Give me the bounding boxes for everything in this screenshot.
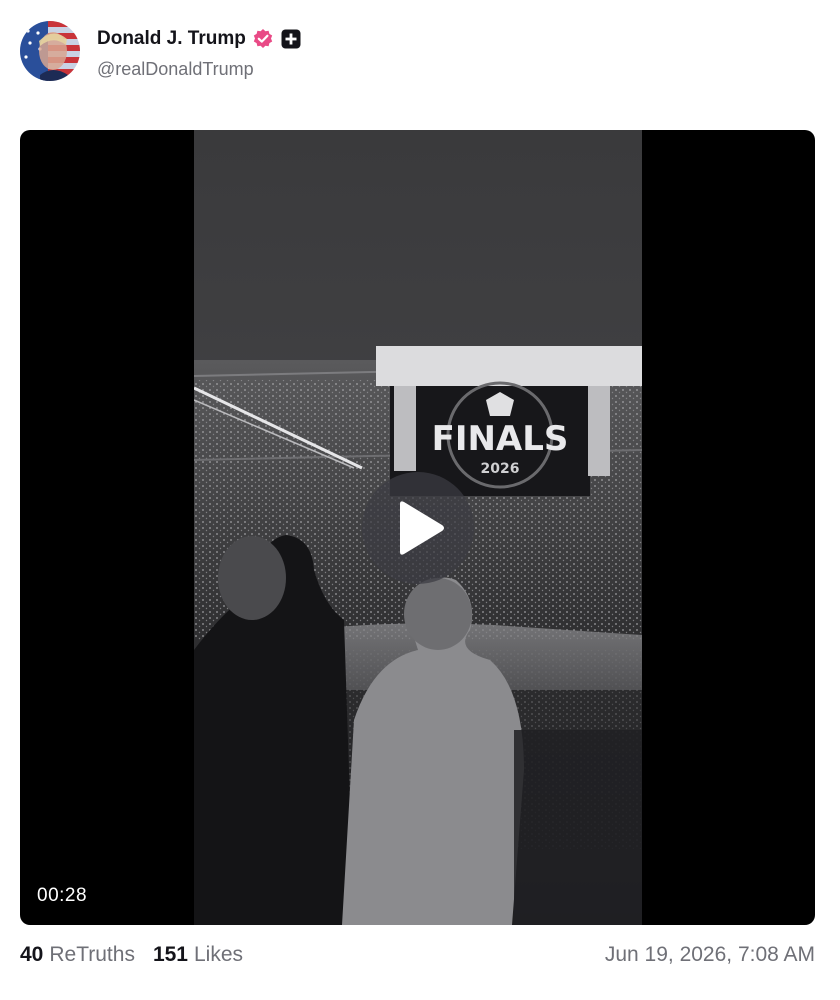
author-name-row: Donald J. Trump [97, 27, 301, 51]
avatar[interactable] [20, 21, 80, 81]
svg-text:2026: 2026 [481, 461, 520, 477]
likes-stat[interactable]: 151 Likes [153, 943, 243, 967]
author-handle[interactable]: @realDonaldTrump [97, 59, 301, 80]
video-duration: 00:28 [37, 885, 88, 906]
author-display-name[interactable]: Donald J. Trump [97, 28, 246, 50]
play-button[interactable] [362, 472, 474, 584]
video-player[interactable]: FINALS 2026 00:28 [20, 130, 815, 925]
post-header: Donald J. Trump @realDonaldTrump [20, 21, 301, 83]
play-icon [400, 501, 444, 555]
retruths-count: 40 [20, 943, 44, 966]
retruths-label: ReTruths [49, 943, 135, 966]
retruths-stat[interactable]: 40 ReTruths [20, 943, 135, 967]
avatar-image [20, 21, 80, 81]
post-timestamp[interactable]: Jun 19, 2026, 7:08 AM [605, 943, 815, 967]
svg-text:FINALS: FINALS [432, 419, 569, 459]
verified-badge-icon [252, 28, 274, 50]
post-footer: 40 ReTruths 151 Likes Jun 19, 2026, 7:08… [20, 940, 815, 970]
plus-badge-icon [281, 29, 301, 49]
likes-label: Likes [194, 943, 244, 966]
author-info: Donald J. Trump @realDonaldTrump [97, 27, 301, 80]
likes-count: 151 [152, 943, 188, 966]
